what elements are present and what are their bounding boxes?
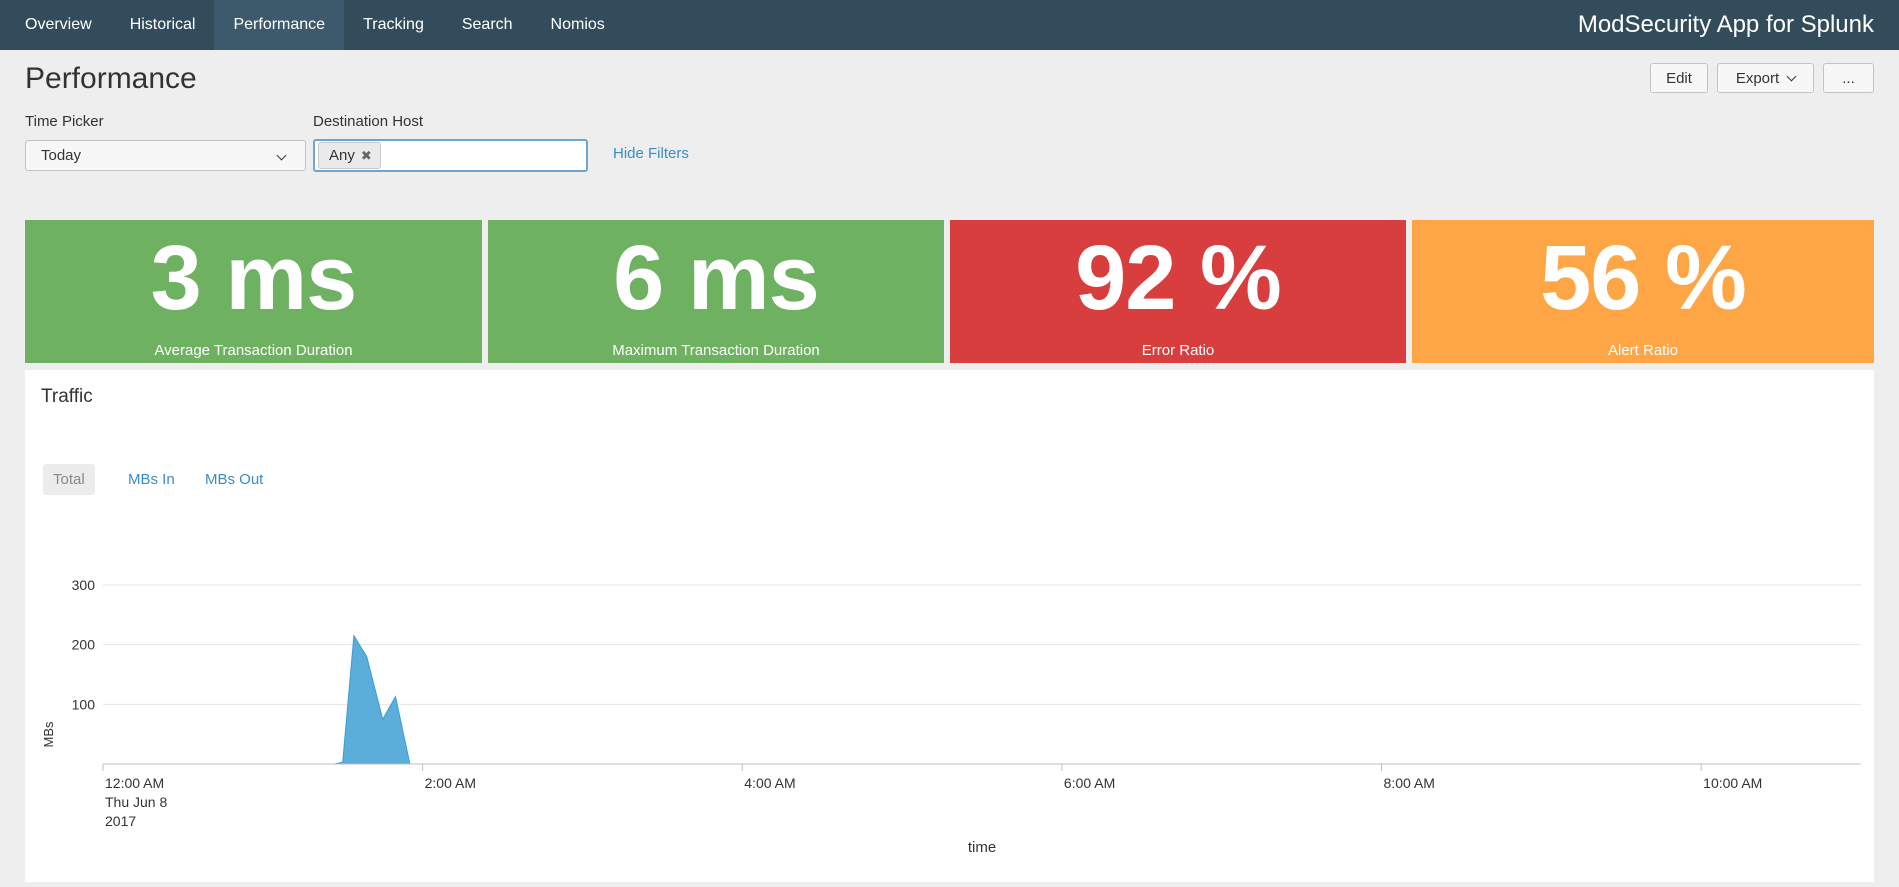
y-tick-label: 200 <box>72 637 96 653</box>
single-value-avg-duration[interactable]: 3 ms Average Transaction Duration <box>25 220 482 363</box>
nav-item-tracking[interactable]: Tracking <box>344 0 443 50</box>
remove-token-icon[interactable]: ✖ <box>361 148 372 164</box>
top-nav: Overview Historical Performance Tracking… <box>0 0 1899 50</box>
x-tick-label: 4:00 AM <box>744 775 795 791</box>
export-button-label: Export <box>1735 69 1780 87</box>
single-value-number: 56 % <box>1540 227 1747 329</box>
destination-host-token: Any ✖ <box>318 142 381 169</box>
traffic-panel: Traffic Total MBs In MBs Out 100 200 300 MB… <box>25 370 1874 882</box>
x-tick-label: 8:00 AM <box>1384 775 1435 791</box>
single-value-label: Alert Ratio <box>1607 342 1679 359</box>
nav-item-nomios[interactable]: Nomios <box>532 0 624 50</box>
nav-item-overview[interactable]: Overview <box>0 0 111 50</box>
traffic-chart: 100 200 300 MBs 12:00 AM Thu Jun 8 2017 2:00 AM… <box>41 577 1861 856</box>
single-value-label: Error Ratio <box>1141 342 1215 359</box>
y-tick-label: 300 <box>72 577 96 593</box>
destination-host-label: Destination Host <box>313 113 424 130</box>
more-actions-label: ... <box>1842 69 1855 87</box>
x-tick-label: 10:00 AM <box>1703 775 1762 791</box>
single-value-number: 92 % <box>1075 227 1282 329</box>
single-value-number: 6 ms <box>613 227 820 329</box>
edit-button-label: Edit <box>1666 69 1692 87</box>
destination-host-input[interactable]: Any ✖ <box>313 139 588 172</box>
export-button[interactable]: Export <box>1717 63 1814 93</box>
y-axis-label: MBs <box>41 721 56 748</box>
area-series <box>103 634 1822 765</box>
single-value-label: Average Transaction Duration <box>154 342 353 359</box>
page-title: Performance <box>25 62 197 95</box>
single-value-alert-ratio[interactable]: 56 % Alert Ratio <box>1412 220 1874 363</box>
y-tick-label: 100 <box>72 696 96 712</box>
single-value-error-ratio[interactable]: 92 % Error Ratio <box>950 220 1406 363</box>
single-value-label: Maximum Transaction Duration <box>612 342 820 359</box>
chevron-down-icon <box>1786 71 1797 81</box>
x-tick-label: Thu Jun 8 <box>105 794 167 810</box>
hide-filters-link[interactable]: Hide Filters <box>613 145 689 162</box>
single-value-number: 3 ms <box>150 227 358 329</box>
x-tick-label: 12:00 AM <box>105 775 164 791</box>
x-tick-label: 2017 <box>105 813 136 829</box>
edit-button[interactable]: Edit <box>1650 63 1708 93</box>
time-picker-select[interactable]: Today <box>25 140 306 171</box>
token-label: Any <box>329 147 355 164</box>
more-actions-button[interactable]: ... <box>1823 63 1874 93</box>
nav-item-search[interactable]: Search <box>443 0 532 50</box>
chevron-down-icon <box>276 150 287 161</box>
nav-item-performance[interactable]: Performance <box>214 0 345 50</box>
app-title: ModSecurity App for Splunk <box>1577 11 1874 38</box>
single-value-max-duration[interactable]: 6 ms Maximum Transaction Duration <box>488 220 944 363</box>
time-picker-label: Time Picker <box>25 113 104 130</box>
x-axis-label: time <box>968 839 996 856</box>
nav-item-historical[interactable]: Historical <box>111 0 215 50</box>
x-tick-label: 6:00 AM <box>1064 775 1115 791</box>
time-picker-value: Today <box>41 147 82 164</box>
x-tick-label: 2:00 AM <box>425 775 476 791</box>
